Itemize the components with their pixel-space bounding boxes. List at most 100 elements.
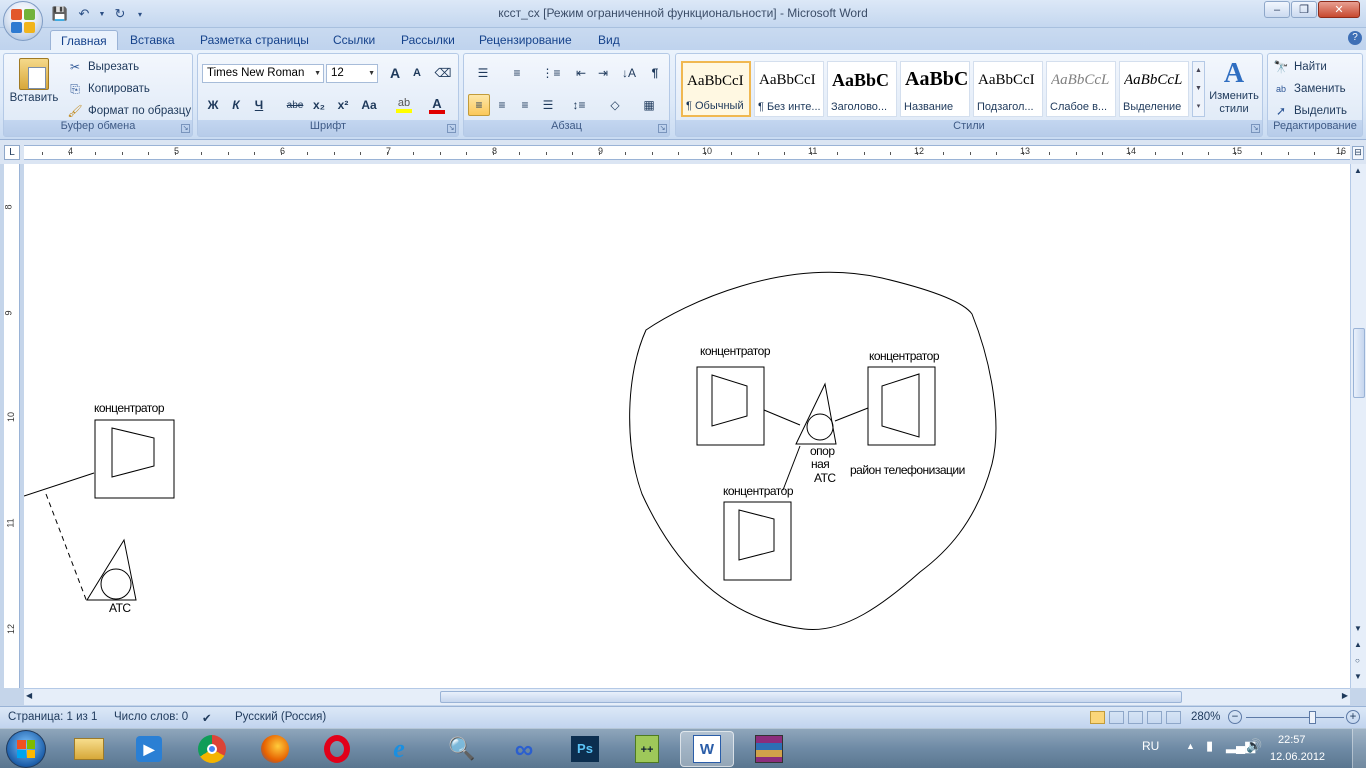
align-center-icon[interactable]: ≡ <box>491 94 513 116</box>
vertical-ruler[interactable]: 8 9 10 11 12 <box>4 164 20 688</box>
font-color-button[interactable]: A <box>422 94 452 116</box>
sort-icon[interactable]: ↓A <box>618 62 640 84</box>
justify-icon[interactable]: ☰ <box>537 94 559 116</box>
show-marks-button[interactable]: ¶ <box>644 62 666 84</box>
dialog-launcher-icon[interactable]: ↘ <box>1251 124 1260 133</box>
cut-button[interactable]: ✂ Вырезать <box>66 58 139 76</box>
notepad-plus-icon[interactable]: ++ <box>620 731 674 767</box>
document-page[interactable]: концентратор АТС концентратор концентрат… <box>24 164 1350 688</box>
style-subtle-emphasis[interactable]: AaBbCcL Слабое в... <box>1046 61 1116 117</box>
vertical-scrollbar[interactable]: ▲ ▼ ▲ ○ ▼ <box>1350 164 1366 688</box>
web-layout-icon[interactable] <box>1128 711 1143 724</box>
full-screen-reading-icon[interactable] <box>1109 711 1124 724</box>
magnifier-tool-icon[interactable]: 🔍 <box>435 731 489 767</box>
vertical-scroll-thumb[interactable] <box>1353 328 1365 398</box>
style-heading[interactable]: AaBbC Заголово... <box>827 61 897 117</box>
maximize-button[interactable]: ❐ <box>1291 1 1317 18</box>
network-icon[interactable]: ▮ <box>1206 738 1213 754</box>
zoom-out-icon[interactable]: − <box>1228 710 1242 724</box>
volume-icon[interactable]: 🔊 <box>1246 738 1262 754</box>
scroll-left-icon[interactable]: ◀ <box>26 691 32 700</box>
dialog-launcher-icon[interactable]: ↘ <box>181 124 190 133</box>
copy-button[interactable]: ⎘ Копировать <box>66 80 150 98</box>
select-button[interactable]: ➚ Выделить <box>1272 102 1347 120</box>
show-hidden-icons-icon[interactable]: ▲ <box>1186 741 1195 751</box>
bullets-icon[interactable]: ☰ <box>468 62 498 84</box>
replace-button[interactable]: ab Заменить <box>1272 80 1346 98</box>
align-left-icon[interactable]: ≡ <box>468 94 490 116</box>
explorer-icon[interactable] <box>62 731 116 767</box>
line-spacing-icon[interactable]: ↕≡ <box>564 94 594 116</box>
show-desktop-button[interactable] <box>1352 729 1366 768</box>
zoom-slider-track[interactable] <box>1246 717 1344 718</box>
change-styles-button[interactable]: A Изменить стили <box>1206 58 1262 116</box>
office-button[interactable] <box>3 1 43 41</box>
scroll-down-icon[interactable]: ▼ <box>1354 624 1362 633</box>
draft-icon[interactable] <box>1166 711 1181 724</box>
chrome-icon[interactable] <box>185 731 239 767</box>
tab-selector-icon[interactable]: L <box>4 145 20 160</box>
tab-home[interactable]: Главная <box>50 30 118 50</box>
clear-formatting-icon[interactable]: ⌫ <box>432 62 454 84</box>
opera-icon[interactable] <box>310 731 364 767</box>
photoshop-icon[interactable]: Ps <box>558 731 612 767</box>
clock-time[interactable]: 22:57 <box>1278 734 1306 746</box>
minimize-button[interactable]: – <box>1264 1 1290 18</box>
format-painter-button[interactable]: 🖌 Формат по образцу <box>66 102 191 120</box>
language-indicator[interactable]: Русский (Россия) <box>235 711 326 723</box>
styles-scroll[interactable]: ▲ ▼ ▾ <box>1192 61 1205 117</box>
borders-icon[interactable]: ▦ <box>634 94 664 116</box>
media-player-icon[interactable]: ▶ <box>122 731 176 767</box>
strikethrough-button[interactable]: abe <box>284 94 306 116</box>
shading-icon[interactable]: ◇ <box>600 94 630 116</box>
horizontal-ruler[interactable]: 4 5 6 7 8 9 10 11 12 13 14 15 16 <box>24 145 1350 160</box>
help-icon[interactable]: ? <box>1348 31 1362 45</box>
start-button[interactable] <box>6 730 46 768</box>
horizontal-scrollbar[interactable]: ◀ ▶ <box>24 688 1350 705</box>
scroll-up-icon[interactable]: ▲ <box>1354 166 1362 175</box>
style-normal[interactable]: AaBbCcI ¶ Обычный <box>681 61 751 117</box>
dialog-launcher-icon[interactable]: ↘ <box>658 124 667 133</box>
find-button[interactable]: 🔭 Найти <box>1272 58 1327 76</box>
multilevel-list-icon[interactable]: ⋮≡ <box>536 62 566 84</box>
change-case-button[interactable]: Aa <box>356 94 382 116</box>
winrar-icon[interactable] <box>742 731 796 767</box>
view-ruler-icon[interactable]: ⊟ <box>1352 146 1364 160</box>
internet-explorer-icon[interactable]: e <box>372 731 426 767</box>
font-name-select[interactable]: Times New Roman ▼ <box>202 64 324 83</box>
word-taskbar-icon[interactable]: W <box>680 731 734 767</box>
align-right-icon[interactable]: ≡ <box>514 94 536 116</box>
paste-button[interactable]: Вставить <box>8 58 60 104</box>
style-title[interactable]: AaBbC Название <box>900 61 970 117</box>
tab-references[interactable]: Ссылки <box>323 30 385 50</box>
word-count[interactable]: Число слов: 0 <box>114 711 188 723</box>
numbering-icon[interactable]: ≡ <box>502 62 532 84</box>
decrease-indent-icon[interactable]: ⇤ <box>570 62 592 84</box>
browse-object-icon[interactable]: ○ <box>1355 656 1360 665</box>
dialog-launcher-icon[interactable]: ↘ <box>447 124 456 133</box>
close-button[interactable]: ✕ <box>1318 1 1360 18</box>
tab-page-layout[interactable]: Разметка страницы <box>190 30 319 50</box>
prev-page-icon[interactable]: ▲ <box>1354 640 1362 649</box>
horizontal-scroll-thumb[interactable] <box>440 691 1182 703</box>
italic-button[interactable]: К <box>225 94 247 116</box>
bold-button[interactable]: Ж <box>202 94 224 116</box>
infinity-app-icon[interactable]: ∞ <box>497 731 551 767</box>
outline-icon[interactable] <box>1147 711 1162 724</box>
zoom-in-icon[interactable]: + <box>1346 710 1360 724</box>
style-no-spacing[interactable]: AaBbCcI ¶ Без инте... <box>754 61 824 117</box>
underline-button[interactable]: Ч <box>248 94 270 116</box>
style-emphasis[interactable]: AaBbCcL Выделение <box>1119 61 1189 117</box>
highlight-button[interactable]: ab <box>390 94 418 116</box>
grow-font-button[interactable]: A <box>384 62 406 84</box>
language-tray[interactable]: RU <box>1142 739 1159 753</box>
spelling-check-icon[interactable]: ✔ <box>202 711 212 725</box>
zoom-slider-thumb[interactable] <box>1309 711 1316 724</box>
firefox-icon[interactable] <box>248 731 302 767</box>
tab-view[interactable]: Вид <box>588 30 630 50</box>
scroll-right-icon[interactable]: ▶ <box>1342 691 1348 700</box>
superscript-button[interactable]: x² <box>332 94 354 116</box>
style-subtitle[interactable]: AaBbCcI Подзагол... <box>973 61 1043 117</box>
font-size-select[interactable]: 12 ▼ <box>326 64 378 83</box>
next-page-icon[interactable]: ▼ <box>1354 672 1362 681</box>
